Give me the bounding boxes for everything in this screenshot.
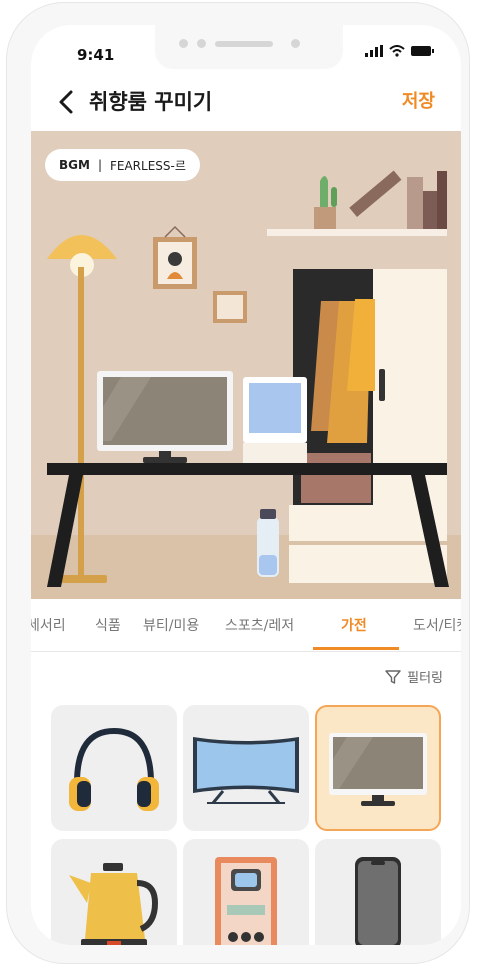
back-arrow-icon[interactable] bbox=[53, 85, 83, 119]
filter-button[interactable]: 필터링 bbox=[385, 667, 443, 686]
signal-icon bbox=[365, 45, 383, 57]
app-header: 취향룸 꾸미기 저장 bbox=[31, 77, 461, 129]
tab-books[interactable]: 도서/티켓 bbox=[413, 615, 461, 635]
status-bar: 9:41 bbox=[31, 25, 461, 77]
sensor-dot bbox=[197, 39, 206, 48]
kettle-icon bbox=[69, 863, 159, 945]
app-screen: 9:41 취향룸 꾸미기 저장 BGM | FEARLESS-르 세서리 식품 … bbox=[31, 25, 461, 945]
item-curved-tv[interactable] bbox=[183, 705, 309, 831]
desk bbox=[47, 463, 447, 475]
item-radio[interactable] bbox=[183, 839, 309, 945]
category-tabs: 세서리 식품 뷰티/미용 스포츠/레저 가전 도서/티켓 bbox=[31, 603, 461, 652]
tab-sports[interactable]: 스포츠/레저 bbox=[225, 615, 294, 635]
status-time: 9:41 bbox=[77, 46, 115, 64]
bgm-divider: | bbox=[97, 158, 102, 172]
sensor-dot bbox=[179, 39, 188, 48]
active-tab-indicator bbox=[313, 647, 399, 650]
curved-tv-icon bbox=[193, 737, 299, 804]
battery-icon bbox=[411, 46, 434, 56]
funnel-icon bbox=[385, 669, 401, 684]
tab-beauty[interactable]: 뷰티/미용 bbox=[143, 615, 199, 635]
save-button[interactable]: 저장 bbox=[402, 87, 435, 113]
status-icons bbox=[365, 45, 435, 57]
bgm-label: BGM bbox=[59, 158, 90, 172]
wall-shelf bbox=[267, 229, 447, 236]
room-preview: BGM | FEARLESS-르 bbox=[31, 131, 461, 599]
radio-icon bbox=[215, 857, 277, 945]
bgm-pill[interactable]: BGM | FEARLESS-르 bbox=[45, 149, 200, 181]
monitor-icon bbox=[329, 733, 427, 806]
tab-food[interactable]: 식품 bbox=[95, 615, 121, 635]
cactus-icon bbox=[320, 176, 328, 207]
notch bbox=[155, 25, 343, 69]
tab-appliance[interactable]: 가전 bbox=[341, 615, 367, 635]
bgm-song: FEARLESS-르 bbox=[109, 158, 186, 173]
item-smartphone[interactable] bbox=[315, 839, 441, 945]
smartphone-icon bbox=[355, 857, 401, 945]
phone-frame: 9:41 취향룸 꾸미기 저장 BGM | FEARLESS-르 세서리 식품 … bbox=[6, 2, 470, 964]
headphones-icon bbox=[69, 727, 159, 811]
room-illustration bbox=[31, 131, 461, 599]
tab-accessory[interactable]: 세서리 bbox=[31, 615, 66, 635]
page-title: 취향룸 꾸미기 bbox=[89, 90, 213, 114]
item-monitor[interactable] bbox=[315, 705, 441, 831]
filter-label: 필터링 bbox=[407, 671, 443, 686]
wifi-icon bbox=[389, 45, 405, 57]
item-kettle[interactable] bbox=[51, 839, 177, 945]
camera-dot bbox=[291, 39, 300, 48]
speaker-grille bbox=[215, 41, 273, 47]
item-headphones[interactable] bbox=[51, 705, 177, 831]
